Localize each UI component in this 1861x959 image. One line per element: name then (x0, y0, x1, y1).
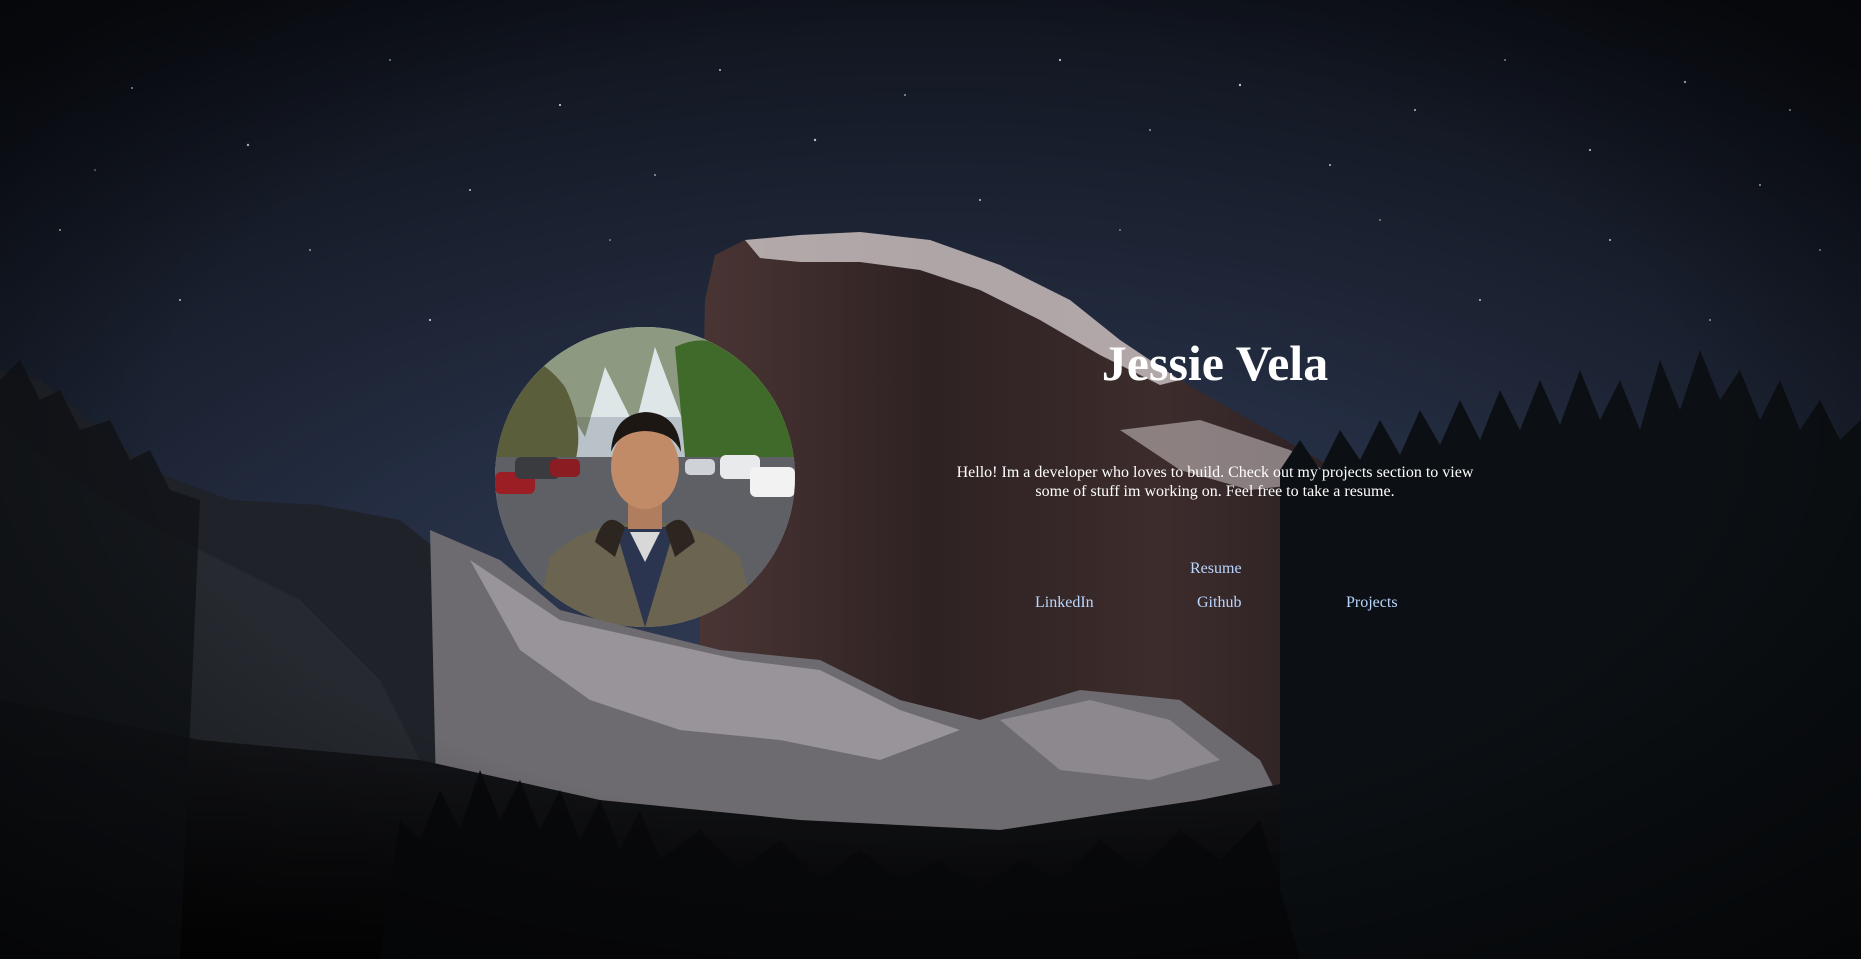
github-link[interactable]: Github (1197, 593, 1241, 613)
page-title: Jessie Vela (1101, 335, 1329, 391)
intro-text: Hello! Im a developer who loves to build… (956, 464, 1474, 500)
profile-photo (495, 327, 795, 627)
landing-page: Jessie Vela Hello! Im a developer who lo… (0, 0, 1861, 959)
background-landscape (0, 0, 1861, 959)
resume-link[interactable]: Resume (1190, 559, 1242, 579)
projects-link[interactable]: Projects (1346, 593, 1398, 613)
linkedin-link[interactable]: LinkedIn (1035, 593, 1094, 613)
